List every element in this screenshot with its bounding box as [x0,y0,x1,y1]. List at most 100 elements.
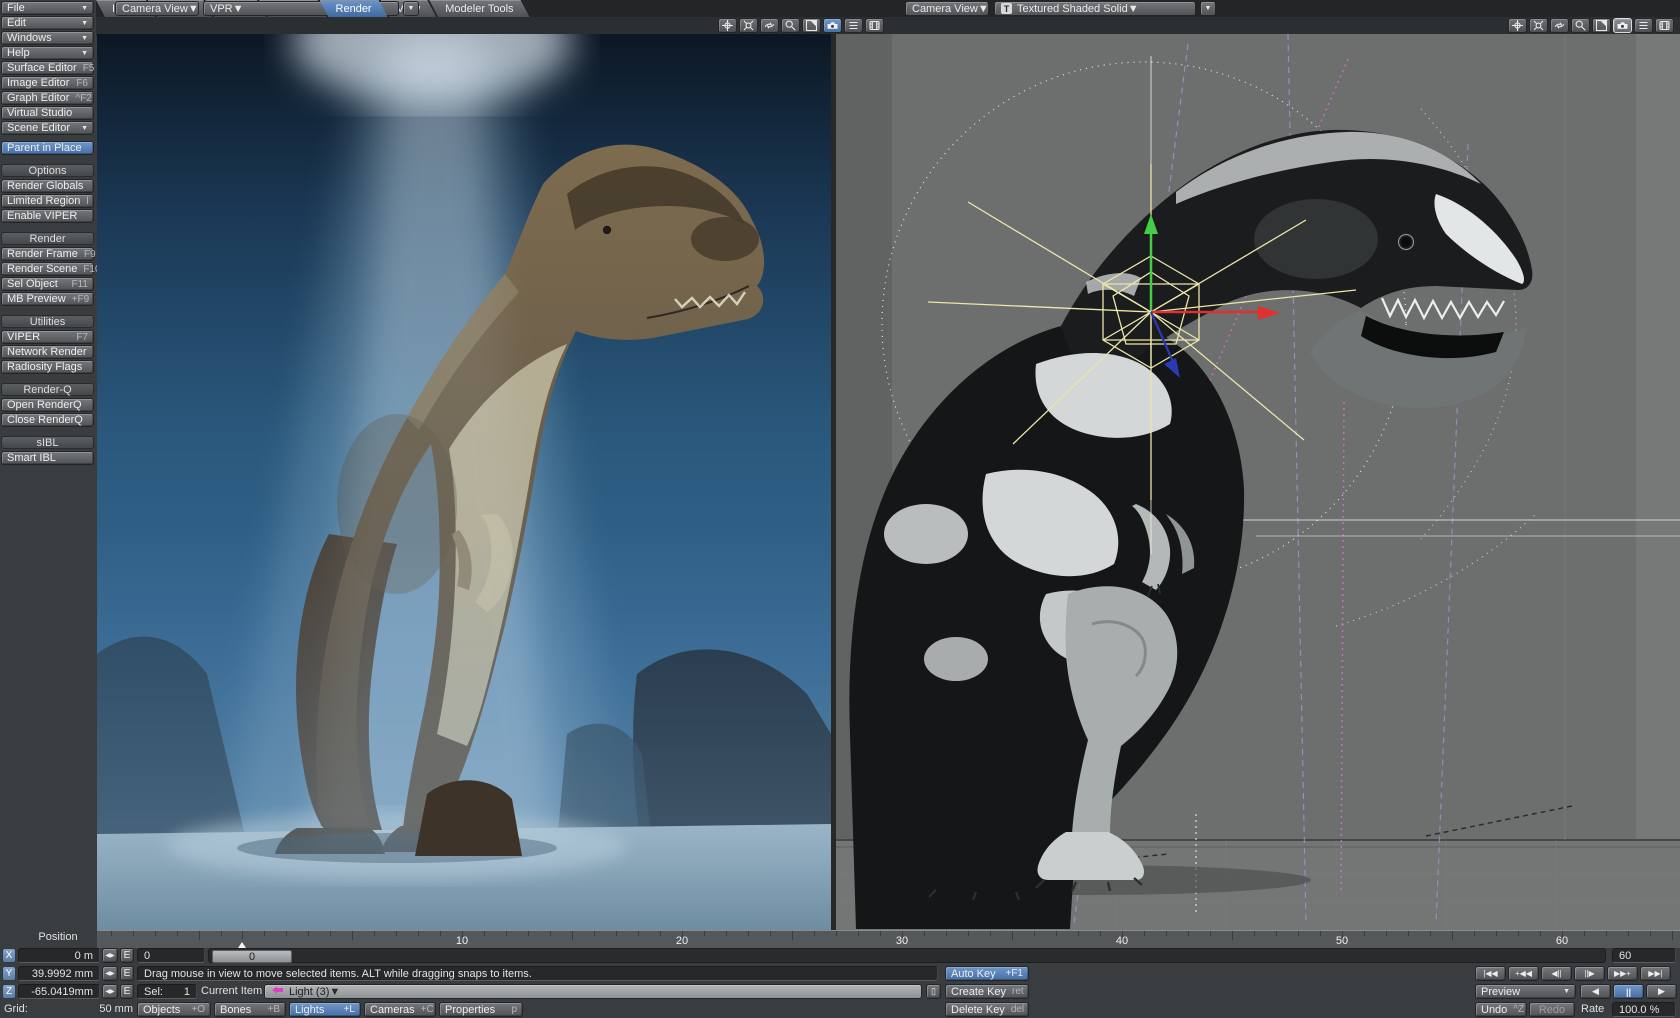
pan-view-icon[interactable] [760,18,779,33]
play-forward-button[interactable]: ▶ [1646,984,1677,999]
delete-key-button[interactable]: Delete Keydel [945,1002,1029,1017]
view-menu-icon[interactable] [844,18,863,33]
left-viewport-options-dropdown[interactable]: ▼ [403,1,419,16]
undo-button[interactable]: Undo^Z [1475,1002,1527,1017]
left-viewport-view-select[interactable]: Camera View▼ [115,1,199,16]
right-viewport-mode-select[interactable]: TTextured Shaded Solid▼ [994,1,1196,16]
tab-modeler-tools[interactable]: Modeler Tools [429,0,529,17]
sidebar-item-image-editor[interactable]: Image EditorF6 [1,76,94,90]
sidebar-item-network-render[interactable]: Network Render [1,345,94,359]
chevron-down-icon: ▼ [329,986,340,998]
sidebar-item-close-renderq[interactable]: Close RenderQ [1,413,94,427]
sidebar-item-render-globals[interactable]: Render Globals [1,179,94,193]
go-to-end-button[interactable]: ▶▶| [1640,966,1671,981]
z-envelope-button[interactable]: E [120,984,134,999]
sidebar-item-virtual-studio[interactable]: Virtual Studio [1,106,94,120]
pan-view-icon[interactable] [1550,18,1569,33]
right-viewport-canvas[interactable] [836,34,1680,930]
x-axis-badge[interactable]: X [2,948,16,963]
minmax-view-icon[interactable] [1592,18,1611,33]
menu-edit[interactable]: Edit▼ [1,16,94,30]
current-item-label: Current Item [201,984,262,999]
left-viewport-canvas[interactable] [97,34,831,930]
sidebar-item-viper[interactable]: VIPERF7 [1,330,94,344]
rate-field[interactable]: 100.0 % [1612,1002,1676,1017]
sidebar-item-sel-object[interactable]: Sel ObjectF11 [1,277,94,291]
sidebar-item-enable-viper[interactable]: Enable VIPER [1,209,94,223]
chevron-down-icon: ▼ [1128,3,1139,15]
y-position-field[interactable]: 39.9992 mm [18,966,100,981]
y-envelope-button[interactable]: E [120,966,134,981]
chevron-down-icon: ▼ [75,50,88,57]
x-position-field[interactable]: 0 m [18,948,100,963]
sidebar-item-open-renderq[interactable]: Open RenderQ [1,398,94,412]
viewport-header-bar [96,17,1680,35]
frame-slider-track[interactable]: 0 [208,948,1606,963]
sidebar-item-scene-editor[interactable]: Scene Editor▼ [1,121,94,135]
rate-label: Rate [1581,1002,1604,1017]
sidebar-item-parent-in-place[interactable]: Parent in Place [1,141,94,155]
frame-slider-handle[interactable]: 0 [212,950,292,963]
sidebar-item-smart-ibl[interactable]: Smart IBL [1,451,94,465]
zoom-view-icon[interactable] [1571,18,1590,33]
right-viewport-options-dropdown[interactable]: ▼ [1200,1,1216,16]
item-type-bones[interactable]: Bones+B [214,1002,286,1017]
play-reverse-button[interactable]: ◀ [1580,984,1611,999]
zoom-view-icon[interactable] [781,18,800,33]
next-key-button[interactable]: ▶▶+ [1607,966,1638,981]
tab-render[interactable]: Render [320,0,388,17]
sidebar-item-graph-editor[interactable]: Graph Editor^F2 [1,91,94,105]
x-envelope-button[interactable]: E [120,948,134,963]
render-view-icon[interactable] [1613,18,1632,33]
render-view-icon[interactable] [823,18,842,33]
menu-help[interactable]: Help▼ [1,46,94,60]
menu-file[interactable]: File▼ [1,1,94,15]
menu-windows[interactable]: Windows▼ [1,31,94,45]
center-item-icon[interactable] [1508,18,1527,33]
view-menu-icon[interactable] [1634,18,1653,33]
item-type-lights[interactable]: Lights+L [289,1002,361,1017]
timeline-ruler[interactable]: 10 20 30 40 50 60 [97,930,1680,948]
sidebar-item-surface-editor[interactable]: Surface EditorF5 [1,61,94,75]
step-back-button[interactable]: ◀|| [1541,966,1572,981]
scene-film-icon[interactable] [865,18,884,33]
item-list-button[interactable]: ▯ [926,984,941,999]
x-stepper[interactable]: ◀▶ [102,948,118,963]
properties-button[interactable]: Propertiesp [439,1002,523,1017]
sidebar-item-limited-region[interactable]: Limited Regionl [1,194,94,208]
rotate-view-icon[interactable] [739,18,758,33]
sidebar-item-render-frame[interactable]: Render FrameF9 [1,247,94,261]
step-forward-button[interactable]: ||▶ [1574,966,1605,981]
scene-film-icon[interactable] [1655,18,1674,33]
z-position-field[interactable]: -65.0419mm [18,984,100,999]
auto-key-button[interactable]: Auto Key+F1 [945,966,1029,981]
right-viewport-view-select[interactable]: Camera View▼ [905,1,989,16]
z-axis-badge[interactable]: Z [2,984,16,999]
z-stepper[interactable]: ◀▶ [102,984,118,999]
redo-button[interactable]: Redo [1529,1002,1575,1017]
go-to-start-button[interactable]: |◀◀ [1475,966,1506,981]
ruler-tick-label: 60 [1547,935,1577,947]
chevron-down-icon: ▼ [233,3,244,15]
previous-key-button[interactable]: +◀◀ [1508,966,1539,981]
ruler-tick-label: 30 [887,935,917,947]
ruler-tick-label: 20 [667,935,697,947]
item-type-objects[interactable]: Objects+O [137,1002,211,1017]
preview-dropdown[interactable]: Preview▼ [1475,984,1576,999]
minmax-view-icon[interactable] [802,18,821,33]
item-type-cameras[interactable]: Cameras+C [364,1002,436,1017]
center-item-icon[interactable] [718,18,737,33]
ruler-tick-label: 50 [1327,935,1357,947]
sidebar-item-radiosity-flags[interactable]: Radiosity Flags [1,360,94,374]
rotate-view-icon[interactable] [1529,18,1548,33]
current-frame-field[interactable]: 0 [137,948,205,963]
y-axis-badge[interactable]: Y [2,966,16,981]
last-frame-field[interactable]: 60 [1612,948,1676,963]
y-stepper[interactable]: ◀▶ [102,966,118,981]
sidebar-item-render-scene[interactable]: Render SceneF10 [1,262,94,276]
ruler-tick-label: 40 [1107,935,1137,947]
current-item-dropdown[interactable]: Light (3) ▼ [264,984,922,999]
create-key-button[interactable]: Create Keyret [945,984,1029,999]
sidebar-item-mb-preview[interactable]: MB Preview+F9 [1,292,94,306]
pause-button[interactable]: || [1613,984,1644,999]
